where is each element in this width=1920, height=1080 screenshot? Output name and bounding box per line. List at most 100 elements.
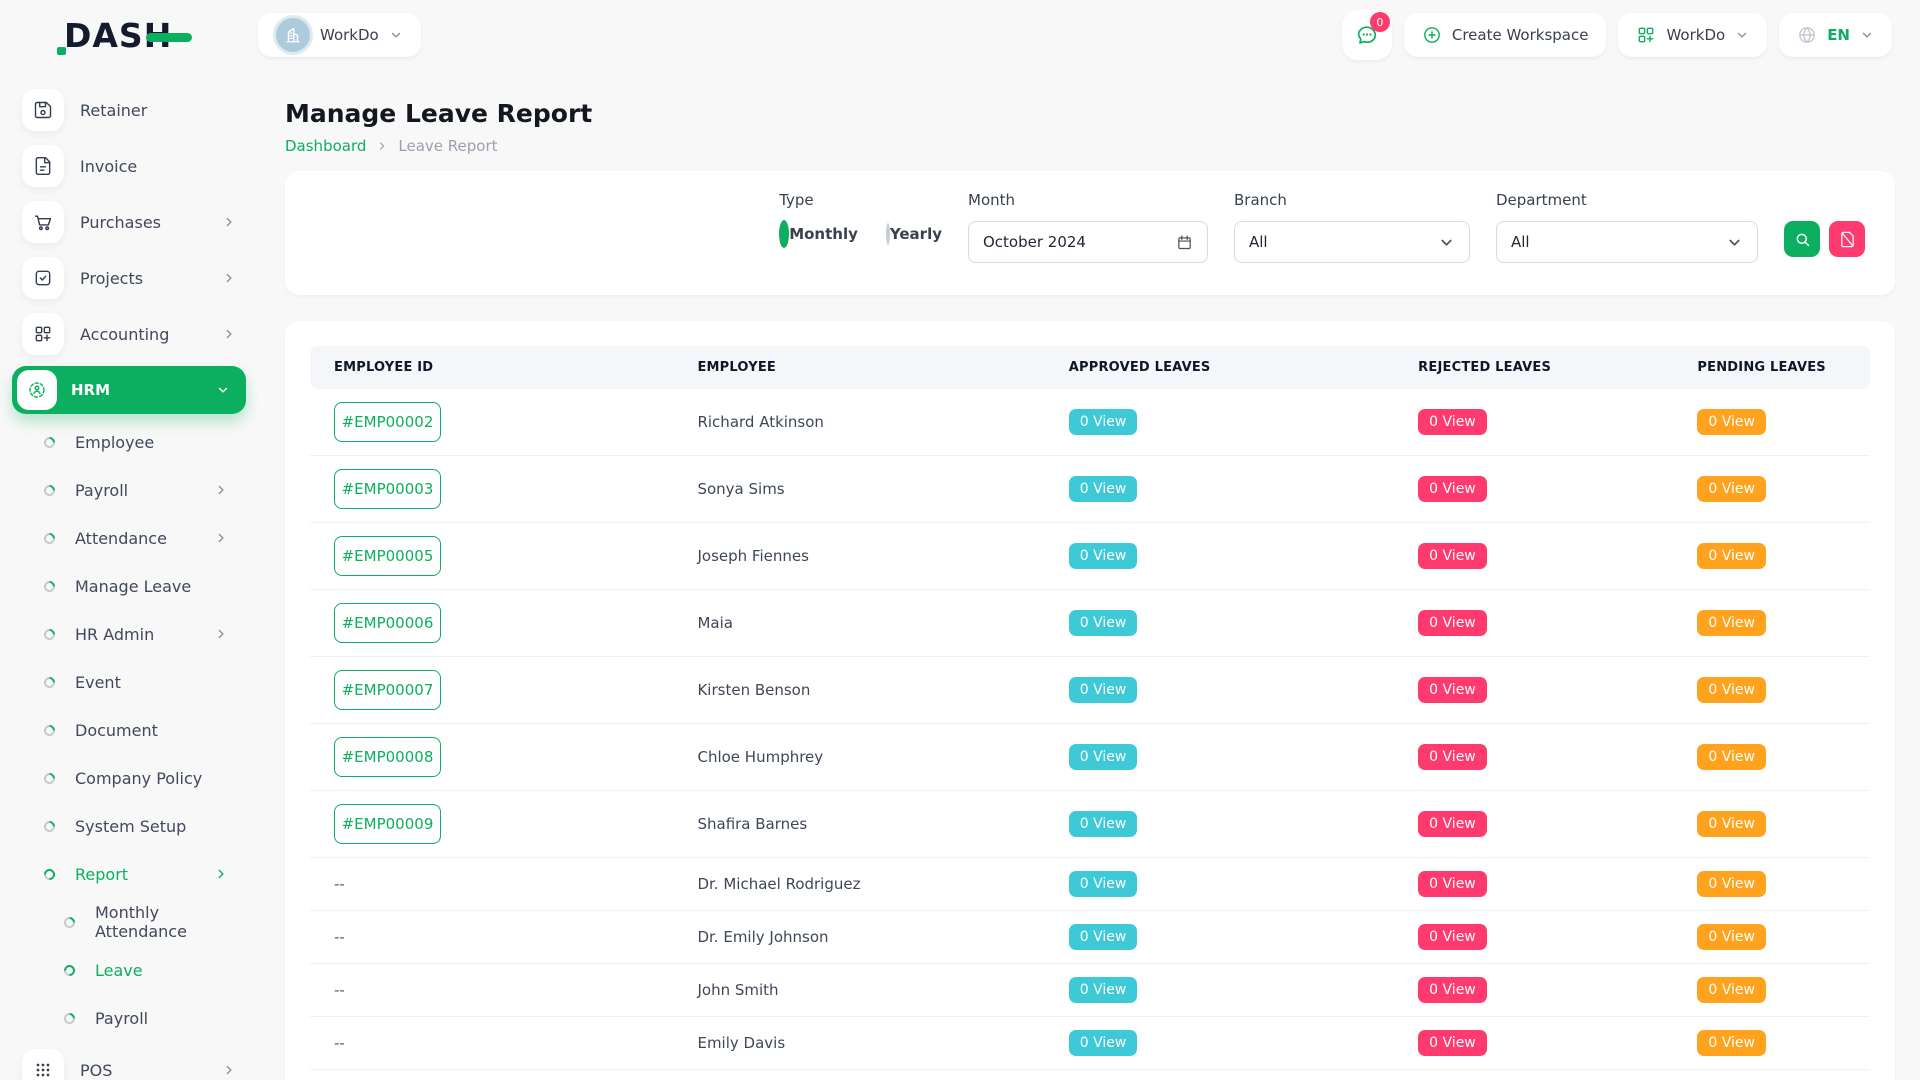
employee-id-button[interactable]: #EMP00005 (334, 536, 441, 576)
create-workspace-button[interactable]: Create Workspace (1404, 13, 1607, 57)
sidebar-item-manage-leave[interactable]: Manage Leave (0, 562, 258, 610)
approved-leaves-badge[interactable]: 0 View (1069, 677, 1138, 703)
employee-id-button[interactable]: #EMP00003 (334, 469, 441, 509)
pending-leaves-badge[interactable]: 0 View (1697, 610, 1766, 636)
breadcrumb-dashboard-link[interactable]: Dashboard (285, 137, 366, 155)
sidebar-item-label: HRM (71, 381, 110, 399)
pending-leaves-badge[interactable]: 0 View (1697, 977, 1766, 1003)
approved-leaves-badge[interactable]: 0 View (1069, 409, 1138, 435)
sidebar-item-event[interactable]: Event (0, 658, 258, 706)
workspace-name: WorkDo (320, 26, 379, 44)
approved-leaves-badge[interactable]: 0 View (1069, 977, 1138, 1003)
pending-leaves-badge[interactable]: 0 View (1697, 543, 1766, 569)
type-radio-yearly[interactable]: Yearly (886, 225, 942, 243)
sidebar-item-payroll[interactable]: Payroll (0, 994, 258, 1042)
globe-icon (1797, 25, 1817, 45)
pending-leaves-badge[interactable]: 0 View (1697, 409, 1766, 435)
rejected-leaves-badge[interactable]: 0 View (1418, 1030, 1487, 1056)
approved-leaves-badge[interactable]: 0 View (1069, 1030, 1138, 1056)
pending-leaves-badge[interactable]: 0 View (1697, 924, 1766, 950)
sidebar-item-accounting[interactable]: Accounting (0, 306, 258, 362)
calendar-icon (1176, 234, 1193, 251)
table-row: #EMP00007Kirsten Benson0 View0 View0 Vie… (310, 657, 1870, 724)
rejected-leaves-badge[interactable]: 0 View (1418, 811, 1487, 837)
column-header-approved-leaves: APPROVED LEAVES (1045, 346, 1394, 389)
department-label: Department (1496, 191, 1758, 209)
sidebar-item-retainer[interactable]: Retainer (0, 82, 258, 138)
rejected-leaves-badge[interactable]: 0 View (1418, 677, 1487, 703)
radio-label: Monthly (789, 225, 858, 243)
hrm-icon (17, 370, 57, 410)
column-header-pending-leaves: PENDING LEAVES (1673, 346, 1870, 389)
type-radio-monthly[interactable]: Monthly (779, 225, 858, 243)
workspace-selector[interactable]: WorkDo (258, 13, 421, 57)
approved-leaves-badge[interactable]: 0 View (1069, 476, 1138, 502)
rejected-leaves-badge[interactable]: 0 View (1418, 871, 1487, 897)
messages-button[interactable]: 0 (1342, 10, 1392, 60)
app-logo[interactable]: DASH (0, 16, 258, 55)
sidebar-item-label: Manage Leave (75, 577, 191, 596)
department-select[interactable]: All (1496, 221, 1758, 263)
topbar: DASH WorkDo 0 Create Workspace WorkDo EN (0, 0, 1920, 70)
topbar-actions: 0 Create Workspace WorkDo EN (1342, 10, 1892, 60)
sidebar-item-payroll[interactable]: Payroll (0, 466, 258, 514)
approved-leaves-badge[interactable]: 0 View (1069, 744, 1138, 770)
approved-leaves-badge[interactable]: 0 View (1069, 543, 1138, 569)
breadcrumb-current: Leave Report (398, 137, 497, 155)
employee-id-button[interactable]: #EMP00002 (334, 402, 441, 442)
pending-leaves-badge[interactable]: 0 View (1697, 1030, 1766, 1056)
sidebar-item-hrm[interactable]: HRM (12, 366, 246, 414)
sidebar-item-system-setup[interactable]: System Setup (0, 802, 258, 850)
sidebar-item-employee[interactable]: Employee (0, 418, 258, 466)
sidebar-item-invoice[interactable]: Invoice (0, 138, 258, 194)
table-row: #EMP00002Richard Atkinson0 View0 View0 V… (310, 389, 1870, 456)
sidebar-item-hr-admin[interactable]: HR Admin (0, 610, 258, 658)
approved-leaves-badge[interactable]: 0 View (1069, 924, 1138, 950)
sidebar-item-leave[interactable]: Leave (0, 946, 258, 994)
employee-id-empty: -- (334, 981, 345, 999)
pending-leaves-badge[interactable]: 0 View (1697, 811, 1766, 837)
language-selector[interactable]: EN (1779, 13, 1892, 57)
rejected-leaves-badge[interactable]: 0 View (1418, 476, 1487, 502)
sidebar-item-report[interactable]: Report (0, 850, 258, 898)
radio-label: Yearly (890, 225, 942, 243)
sidebar-item-projects[interactable]: Projects (0, 250, 258, 306)
approved-leaves-badge[interactable]: 0 View (1069, 871, 1138, 897)
employee-id-button[interactable]: #EMP00007 (334, 670, 441, 710)
month-input[interactable]: October 2024 (968, 221, 1208, 263)
bullet-icon (42, 722, 58, 738)
workdo-menu-button[interactable]: WorkDo (1618, 13, 1767, 57)
logo-dash-bar (146, 33, 192, 42)
table-row: --John Smith0 View0 View0 View (310, 964, 1870, 1017)
sidebar-item-monthly-attendance[interactable]: Monthly Attendance (0, 898, 258, 946)
approved-leaves-badge[interactable]: 0 View (1069, 811, 1138, 837)
pending-leaves-badge[interactable]: 0 View (1697, 871, 1766, 897)
employee-name: Sonya Sims (697, 480, 784, 498)
rejected-leaves-badge[interactable]: 0 View (1418, 744, 1487, 770)
rejected-leaves-badge[interactable]: 0 View (1418, 543, 1487, 569)
branch-select[interactable]: All (1234, 221, 1470, 263)
bullet-icon (42, 770, 58, 786)
sidebar-item-label: Accounting (80, 325, 169, 344)
employee-id-button[interactable]: #EMP00008 (334, 737, 441, 777)
breadcrumb: Dashboard Leave Report (285, 137, 1895, 155)
search-button[interactable] (1784, 221, 1820, 257)
rejected-leaves-badge[interactable]: 0 View (1418, 924, 1487, 950)
sidebar-item-document[interactable]: Document (0, 706, 258, 754)
rejected-leaves-badge[interactable]: 0 View (1418, 610, 1487, 636)
sidebar-item-label: Purchases (80, 213, 161, 232)
sidebar-item-company-policy[interactable]: Company Policy (0, 754, 258, 802)
rejected-leaves-badge[interactable]: 0 View (1418, 409, 1487, 435)
retainer-icon (22, 89, 64, 131)
sidebar-item-purchases[interactable]: Purchases (0, 194, 258, 250)
sidebar-item-attendance[interactable]: Attendance (0, 514, 258, 562)
employee-id-button[interactable]: #EMP00009 (334, 804, 441, 844)
pending-leaves-badge[interactable]: 0 View (1697, 476, 1766, 502)
sidebar-item-pos[interactable]: POS (0, 1042, 258, 1080)
employee-id-button[interactable]: #EMP00006 (334, 603, 441, 643)
approved-leaves-badge[interactable]: 0 View (1069, 610, 1138, 636)
rejected-leaves-badge[interactable]: 0 View (1418, 977, 1487, 1003)
pending-leaves-badge[interactable]: 0 View (1697, 744, 1766, 770)
reset-button[interactable] (1829, 221, 1865, 257)
pending-leaves-badge[interactable]: 0 View (1697, 677, 1766, 703)
